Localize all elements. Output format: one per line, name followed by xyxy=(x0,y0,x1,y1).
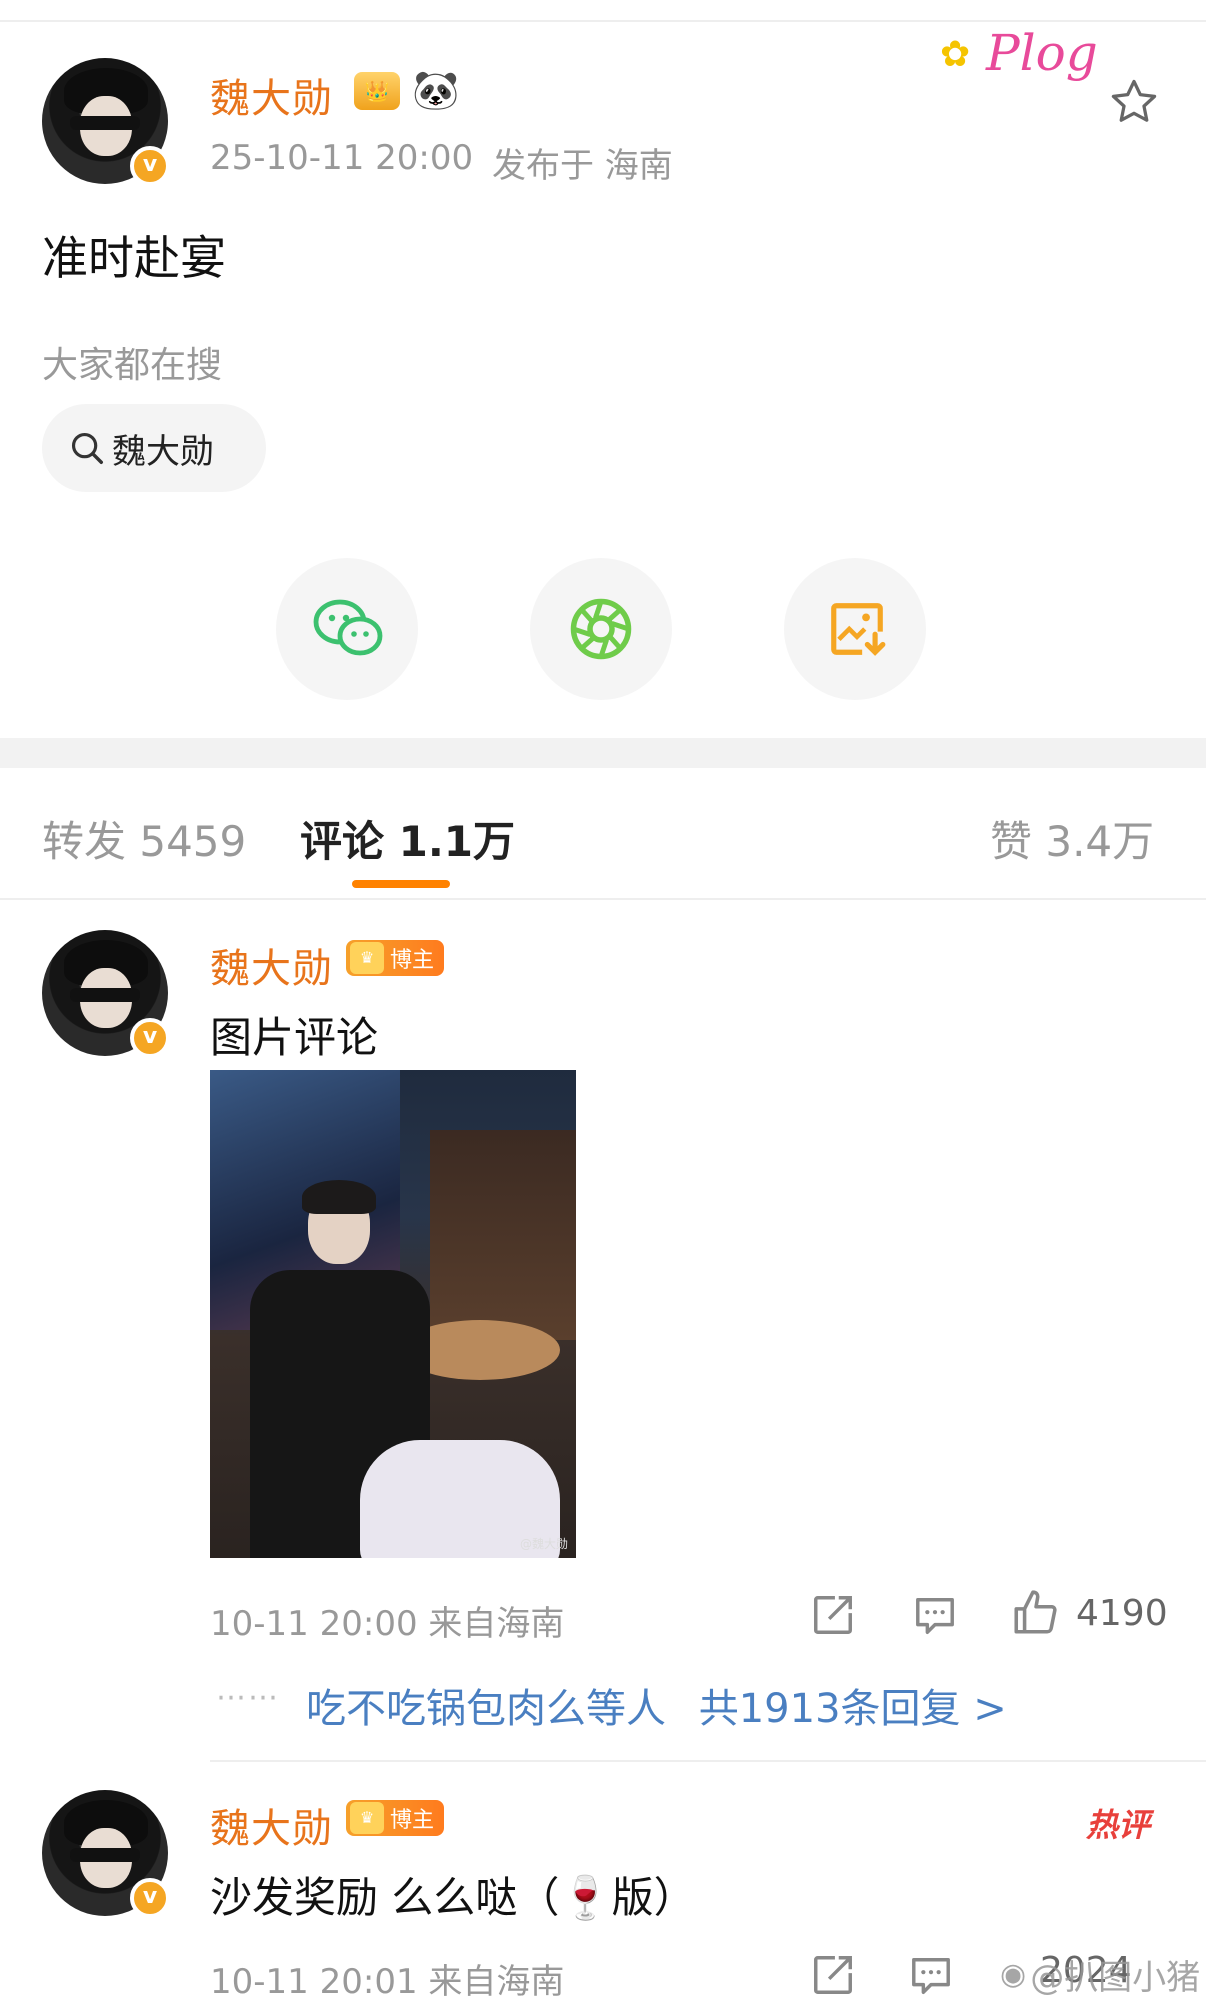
search-chip-label: 魏大勋 xyxy=(112,431,214,472)
tabbar-divider xyxy=(0,898,1206,900)
reply-dots: ⋯⋯ xyxy=(216,1680,280,1715)
repost-comment-icon[interactable] xyxy=(810,1952,856,1998)
share-moments-button[interactable] xyxy=(530,558,672,700)
plog-label: Plog xyxy=(986,24,1098,82)
panda-icon: 🐼 xyxy=(412,68,460,112)
photo-watermark: @魏大勋 xyxy=(519,1537,568,1551)
comment-divider xyxy=(210,1760,1206,1762)
avatar-glasses xyxy=(70,988,140,1002)
share-wechat-button[interactable] xyxy=(276,558,418,700)
post-location: 发布于 海南 xyxy=(492,146,673,186)
save-image-icon xyxy=(826,598,888,660)
reply-user: 吃不吃锅包肉么等人 xyxy=(306,1686,666,1732)
photo-shelf xyxy=(430,1130,576,1340)
reply-preview-link[interactable]: 吃不吃锅包肉么等人 共1913条回复 > xyxy=(306,1676,1007,1734)
crown-icon: ♛ xyxy=(350,1802,384,1834)
reply-count: 共1913条回复 > xyxy=(698,1686,1007,1732)
comment-photo[interactable]: @魏大勋 xyxy=(210,1070,576,1558)
image-watermark: ◉ @扒图小猪 xyxy=(1000,1950,1200,1999)
blogger-badge-label: 博主 xyxy=(390,1808,435,1833)
crown-icon: ♛ xyxy=(350,942,384,974)
comment-text: 沙发奖励 么么哒（🍷版） xyxy=(210,1873,696,1922)
comment-author[interactable]: 魏大勋 xyxy=(210,1796,333,1854)
like-count: 4190 xyxy=(1076,1592,1168,1634)
thumbs-up-icon xyxy=(1010,1588,1060,1638)
tab-comment-underline xyxy=(352,880,450,888)
tab-repost[interactable]: 转发 5459 xyxy=(42,808,246,869)
section-divider xyxy=(0,738,1206,768)
weibo-logo-icon: ◉ xyxy=(1000,1957,1027,1992)
reply-comment-icon[interactable] xyxy=(912,1594,958,1638)
favorite-star-icon[interactable] xyxy=(1108,76,1160,128)
avatar-glasses xyxy=(70,116,140,130)
author-avatar[interactable]: v xyxy=(42,58,170,186)
blogger-badge: ♛ 博主 xyxy=(346,1800,445,1836)
hot-comment-badge: 热评 xyxy=(1086,1806,1151,1844)
post-content: 准时赴宴 xyxy=(42,231,226,285)
crown-icon: 👑 xyxy=(354,72,400,110)
reply-comment-icon[interactable] xyxy=(908,1954,954,1998)
watermark-text: @扒图小猪 xyxy=(1030,1958,1201,1998)
comment-text: 图片评论 xyxy=(210,1013,379,1062)
comment-avatar[interactable]: v xyxy=(42,930,170,1058)
comment-meta: 10-11 20:00 来自海南 xyxy=(210,1604,565,1644)
like-button[interactable]: 4190 xyxy=(1010,1588,1168,1638)
search-icon xyxy=(68,429,106,467)
moments-icon xyxy=(568,596,634,662)
tab-like[interactable]: 赞 3.4万 xyxy=(990,808,1154,869)
trending-heading: 大家都在搜 xyxy=(42,345,223,386)
tab-comment[interactable]: 评论 1.1万 xyxy=(300,808,515,869)
comment-avatar[interactable]: v xyxy=(42,1790,170,1918)
trending-search-chip[interactable]: 魏大勋 xyxy=(42,404,266,492)
flower-icon: ✿ xyxy=(940,34,971,75)
verified-icon: v xyxy=(130,1018,170,1058)
verified-icon: v xyxy=(130,1878,170,1918)
blogger-badge: ♛ 博主 xyxy=(346,940,445,976)
wechat-icon xyxy=(312,598,384,660)
avatar-glasses xyxy=(70,1848,140,1862)
post-timestamp: 25-10-11 20:00 xyxy=(210,138,474,178)
save-image-button[interactable] xyxy=(784,558,926,700)
blogger-badge-label: 博主 xyxy=(390,948,435,973)
comment-author[interactable]: 魏大勋 xyxy=(210,936,333,994)
comment-meta: 10-11 20:01 来自海南 xyxy=(210,1962,565,2002)
plog-sticker: ✿ Plog xyxy=(940,18,1110,98)
verified-icon: v xyxy=(130,146,170,186)
author-name[interactable]: 魏大勋 xyxy=(210,66,333,124)
repost-comment-icon[interactable] xyxy=(810,1592,856,1638)
